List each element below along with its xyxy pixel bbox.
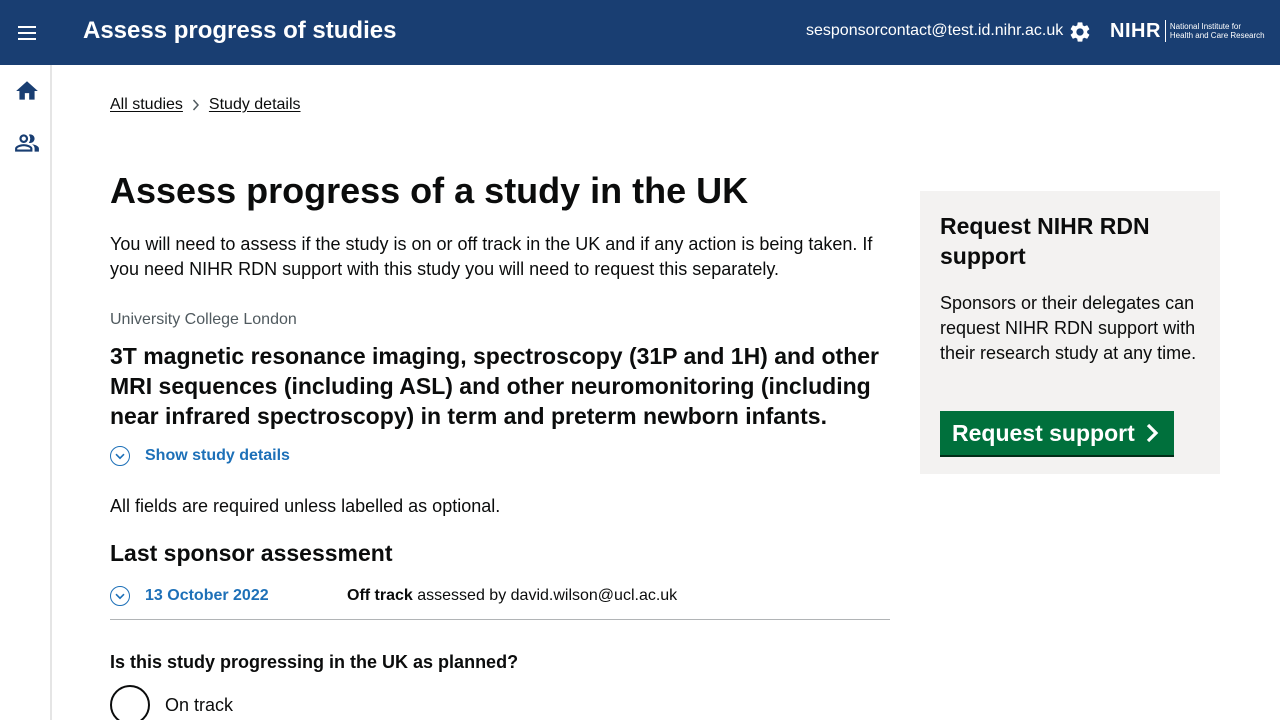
request-support-label: Request support: [952, 419, 1135, 446]
request-support-panel: Request NIHR RDN support Sponsors or the…: [920, 191, 1220, 474]
logo-divider: [1164, 20, 1166, 42]
app-header: Assess progress of studies sesponsorcont…: [0, 0, 1280, 65]
menu-icon[interactable]: [14, 20, 40, 46]
show-study-details-toggle[interactable]: Show study details: [110, 446, 290, 466]
gear-icon[interactable]: [1068, 20, 1092, 44]
radio-on-track[interactable]: On track: [110, 685, 233, 720]
page-title: Assess progress of a study in the UK: [110, 170, 749, 211]
breadcrumb-study-details[interactable]: Study details: [209, 96, 301, 114]
chevron-down-icon: [110, 586, 130, 606]
intro-text: You will need to assess if the study is …: [110, 234, 873, 279]
panel-title: Request NIHR RDN support: [940, 213, 1150, 269]
breadcrumb-all-studies[interactable]: All studies: [110, 96, 183, 114]
assessed-by-prefix: assessed by: [417, 587, 507, 604]
assessment-summary: Off track assessed by david.wilson@ucl.a…: [347, 587, 677, 605]
radio-button[interactable]: [110, 685, 150, 720]
breadcrumb: All studies Study details: [110, 96, 301, 114]
logo-sub-line2: Health and Care Research: [1169, 31, 1265, 40]
organisation-name: University College London: [110, 311, 297, 328]
panel-text: Sponsors or their delegates can request …: [940, 293, 1197, 363]
show-study-details-label: Show study details: [145, 447, 290, 464]
chevron-down-icon: [110, 446, 130, 466]
user-email: sesponsorcontact@test.id.nihr.ac.uk: [806, 22, 1064, 39]
assessment-date: 13 October 2022: [145, 587, 269, 604]
chevron-right-icon: [1146, 423, 1158, 443]
study-title: 3T magnetic resonance imaging, spectrosc…: [110, 343, 880, 429]
assessment-date-toggle[interactable]: 13 October 2022: [110, 586, 269, 606]
logo-sub-line1: National Institute for: [1169, 22, 1242, 31]
app-title[interactable]: Assess progress of studies: [83, 17, 396, 45]
assessor-email: david.wilson@ucl.ac.uk: [510, 587, 678, 604]
people-icon[interactable]: [14, 130, 40, 156]
last-assessment-heading: Last sponsor assessment: [110, 540, 393, 566]
assessment-status: Off track: [347, 587, 413, 604]
progress-question: Is this study progressing in the UK as p…: [110, 652, 519, 672]
side-navigation: [0, 65, 52, 720]
nihr-logo[interactable]: NIHR National Institute for Health and C…: [1110, 19, 1265, 43]
logo-sub: National Institute for Health and Care R…: [1170, 22, 1265, 40]
required-fields-note: All fields are required unless labelled …: [110, 496, 501, 516]
chevron-right-icon: [185, 98, 207, 112]
last-assessment-row: 13 October 2022 Off track assessed by da…: [110, 586, 890, 620]
logo-main: NIHR: [1110, 19, 1161, 42]
request-support-button[interactable]: Request support: [940, 411, 1174, 455]
home-icon[interactable]: [14, 78, 40, 104]
radio-on-track-label: On track: [165, 694, 234, 715]
